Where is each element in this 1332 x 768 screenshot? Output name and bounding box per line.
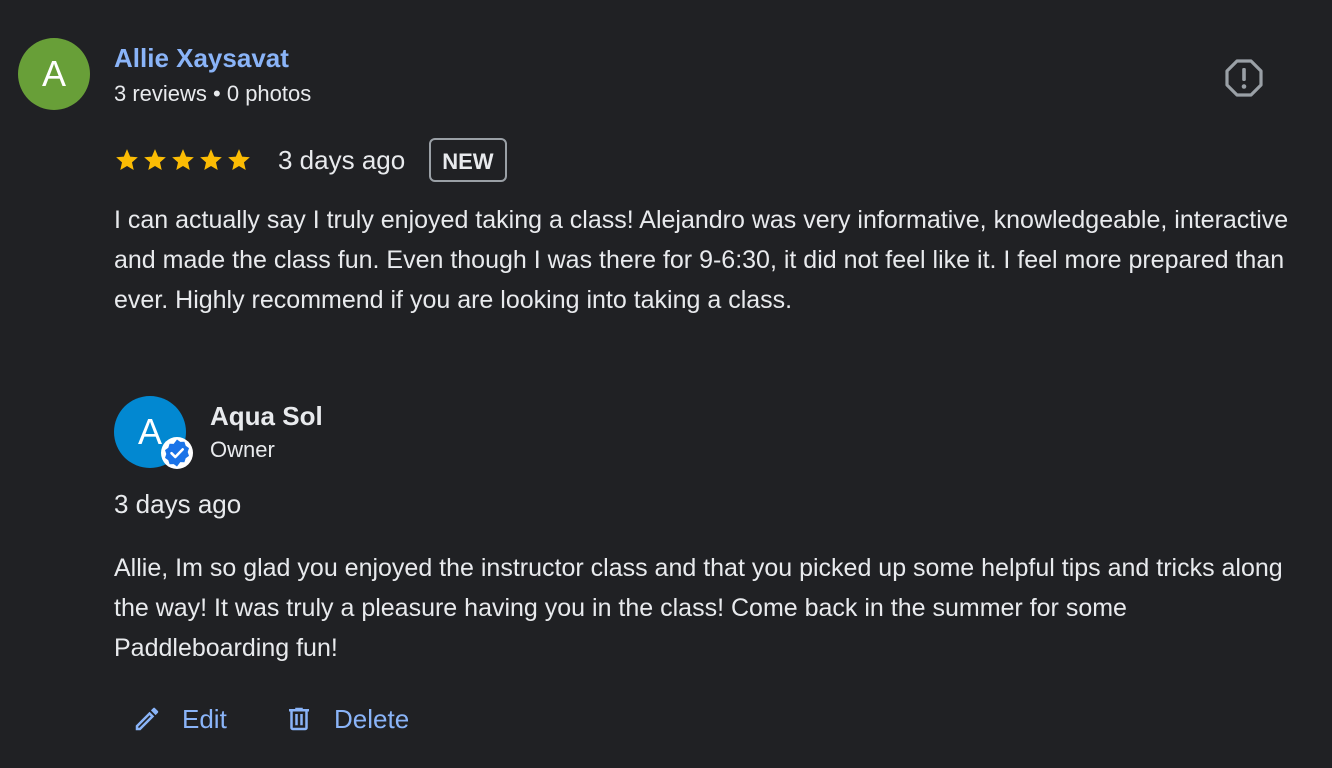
reply-time: 3 days ago [114, 489, 242, 519]
review-text: I can actually say I truly enjoyed takin… [114, 206, 1289, 314]
star-icon [200, 149, 222, 170]
reviewer-meta: 3 reviews • 0 photos [114, 81, 312, 106]
verified-badge-icon [161, 437, 193, 469]
star-icon [228, 149, 250, 170]
pencil-icon [135, 707, 159, 731]
new-badge: NEW [429, 138, 507, 182]
delete-button[interactable]: Delete [284, 698, 409, 740]
edit-label: Edit [182, 703, 227, 734]
review-time: 3 days ago [278, 144, 406, 175]
edit-button[interactable]: Edit [132, 698, 227, 740]
reviewer-avatar[interactable]: A [18, 38, 90, 110]
reviewer-name[interactable]: Allie Xaysavat [114, 42, 289, 74]
owner-name: Aqua Sol [210, 401, 323, 431]
star-icon [116, 149, 138, 170]
review-card: A Allie Xaysavat 3 reviews • 0 photos 3 … [0, 0, 1332, 768]
trash-icon [289, 707, 309, 731]
star-rating [114, 147, 252, 173]
owner-role: Owner [210, 437, 275, 462]
reply-text: Allie, Im so glad you enjoyed the instru… [114, 554, 1283, 662]
rating-row: 3 days ago NEW [114, 136, 507, 184]
star-icon [172, 149, 194, 170]
delete-label: Delete [334, 703, 410, 734]
report-icon[interactable] [1224, 58, 1264, 98]
star-icon [144, 149, 166, 170]
